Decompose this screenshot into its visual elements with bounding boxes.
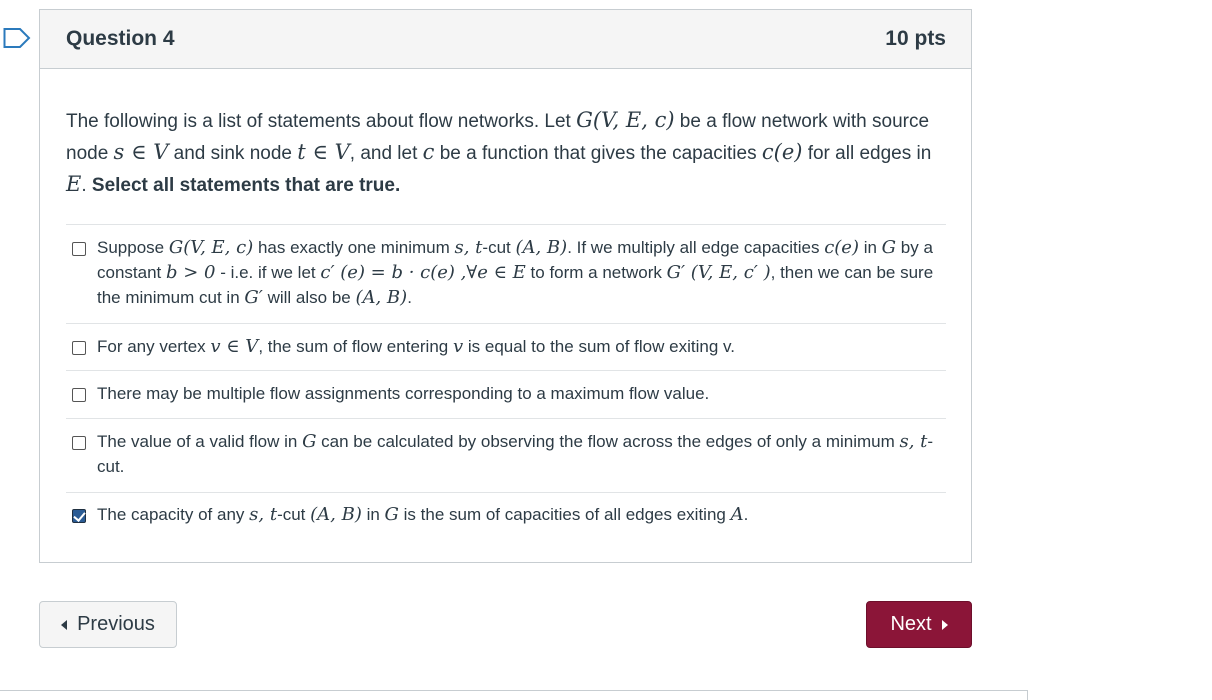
answer-option-5[interactable]: The capacity of any s, t-cut (A, B) in G… [66, 492, 946, 537]
answer-option-1[interactable]: Suppose G(V, E, c) has exactly one minim… [66, 224, 946, 323]
question-text: The following is a list of statements ab… [66, 108, 932, 196]
next-button[interactable]: Next [866, 601, 972, 648]
flag-question-icon[interactable] [3, 27, 31, 49]
caret-right-icon [941, 619, 948, 630]
next-button-label: Next [890, 613, 932, 635]
answer-option-4[interactable]: The value of a valid flow in G can be ca… [66, 418, 946, 492]
answer-option-3[interactable]: There may be multiple flow assignments c… [66, 370, 946, 418]
answer-checkbox-4[interactable] [72, 436, 86, 450]
question-points: 10 pts [885, 27, 946, 50]
answer-label-4: The value of a valid flow in G can be ca… [97, 431, 934, 476]
question-header: Question 4 10 pts [40, 10, 971, 69]
answer-checkbox-1[interactable] [72, 242, 86, 256]
answer-checkbox-5[interactable] [72, 509, 86, 523]
question-card: Question 4 10 pts The following is a lis… [39, 9, 972, 563]
question-title: Question 4 [66, 27, 175, 50]
answer-checkbox-3[interactable] [72, 388, 86, 402]
answer-checkbox-2[interactable] [72, 341, 86, 355]
question-instruction: Select all statements that are true. [91, 175, 401, 196]
answer-option-2[interactable]: For any vertex v ∈ V, the sum of flow en… [66, 323, 946, 370]
caret-left-icon [61, 619, 68, 630]
bottom-panel-edge [0, 690, 1028, 700]
previous-button-label: Previous [77, 613, 155, 635]
answer-list: Suppose G(V, E, c) has exactly one minim… [66, 224, 946, 537]
previous-button[interactable]: Previous [39, 601, 177, 648]
answer-label-3: There may be multiple flow assignments c… [97, 384, 710, 403]
answer-label-2: For any vertex v ∈ V, the sum of flow en… [97, 336, 735, 357]
answer-label-1: Suppose G(V, E, c) has exactly one minim… [97, 237, 934, 308]
answer-label-5: The capacity of any s, t-cut (A, B) in G… [97, 504, 749, 525]
